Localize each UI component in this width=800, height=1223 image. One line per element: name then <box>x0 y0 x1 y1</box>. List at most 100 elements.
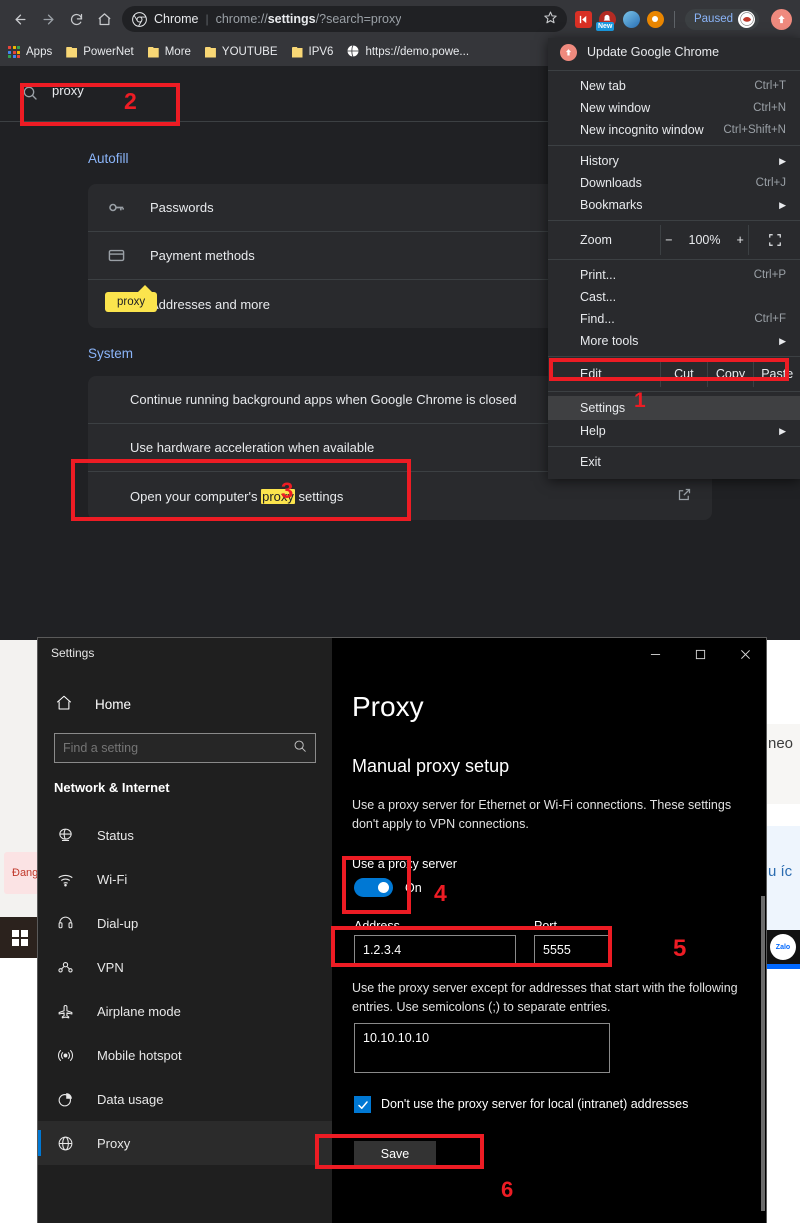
sidebar-item-label: Proxy <box>97 1135 131 1151</box>
settings-row-open-proxy-settings[interactable]: Open your computer's proxy settings <box>88 472 712 520</box>
menu-label: Exit <box>580 455 601 469</box>
menu-item-help[interactable]: Help ▶ <box>548 420 800 442</box>
home-icon[interactable] <box>90 5 118 33</box>
menu-label: Help <box>580 424 606 438</box>
menu-label: Find... <box>580 312 615 326</box>
extension-icon-globe-blue[interactable] <box>622 10 640 28</box>
bookmark-more[interactable]: More <box>147 46 191 58</box>
save-button[interactable]: Save <box>354 1141 436 1167</box>
extension-icon-idm[interactable] <box>574 10 592 28</box>
menu-item-print[interactable]: Print... Ctrl+P <box>548 264 800 286</box>
annotation-number-5: 5 <box>673 935 687 962</box>
bookmark-youtube[interactable]: YOUTUBE <box>204 46 278 58</box>
menu-edit-row: Edit Cut Copy Paste <box>548 361 800 387</box>
bookmark-ipv6[interactable]: IPV6 <box>291 46 334 58</box>
bookmark-star-icon[interactable] <box>536 11 557 27</box>
chrome-browser-window: Chrome | chrome://settings/?search=proxy… <box>0 0 800 640</box>
extension-icon-chrome-orange[interactable] <box>646 10 664 28</box>
menu-divider <box>548 356 800 357</box>
use-proxy-server-toggle[interactable] <box>354 878 393 897</box>
sidebar-item-status[interactable]: Status <box>38 813 332 857</box>
sidebar-item-vpn[interactable]: VPN <box>38 945 332 989</box>
windows-logo-icon[interactable] <box>12 929 28 946</box>
system-section-title: System <box>88 346 134 361</box>
proxy-settings-content: Proxy Manual proxy setup Use a proxy ser… <box>332 638 766 1223</box>
fullscreen-icon[interactable] <box>748 225 800 255</box>
zoom-out-button[interactable]: − <box>665 233 672 247</box>
back-arrow-icon[interactable] <box>6 5 34 33</box>
folder-icon <box>147 46 159 58</box>
bookmark-powernet[interactable]: PowerNet <box>66 46 134 58</box>
external-link-icon[interactable] <box>677 487 692 505</box>
sidebar-item-dialup[interactable]: Dial-up <box>38 901 332 945</box>
update-chrome-button[interactable] <box>771 8 792 30</box>
menu-item-copy[interactable]: Copy <box>706 361 754 387</box>
menu-divider <box>548 145 800 146</box>
reload-icon[interactable] <box>62 5 90 33</box>
exceptions-textarea[interactable]: 10.10.10.10 <box>354 1023 610 1073</box>
menu-item-cast[interactable]: Cast... <box>548 286 800 308</box>
folder-icon <box>204 46 216 58</box>
menu-item-bookmarks[interactable]: Bookmarks ▶ <box>548 194 800 216</box>
window-title: Settings <box>51 646 95 660</box>
menu-divider <box>548 391 800 392</box>
menu-label: Bookmarks <box>580 198 643 212</box>
menu-label: Settings <box>580 401 626 415</box>
find-a-setting-field[interactable] <box>63 741 293 755</box>
page-title: Proxy <box>352 691 424 722</box>
sidebar-item-airplane-mode[interactable]: Airplane mode <box>38 989 332 1033</box>
bookmark-demo-link[interactable]: https://demo.powe... <box>347 44 470 60</box>
edit-label: Edit <box>580 367 602 381</box>
address-bar[interactable]: Chrome | chrome://settings/?search=proxy <box>122 6 567 32</box>
menu-divider <box>548 70 800 71</box>
sidebar-item-mobile-hotspot[interactable]: Mobile hotspot <box>38 1033 332 1077</box>
bookmark-apps[interactable]: Apps <box>8 46 52 58</box>
menu-item-exit[interactable]: Exit <box>548 451 800 473</box>
menu-item-new-incognito-window[interactable]: New incognito window Ctrl+Shift+N <box>548 119 800 141</box>
search-icon[interactable] <box>293 739 307 758</box>
intranet-checkbox[interactable] <box>354 1096 371 1113</box>
windows-settings-window: Settings Home Network & Internet <box>37 637 767 1223</box>
globe-status-icon <box>55 827 75 844</box>
bookmark-label: https://demo.powe... <box>365 46 470 58</box>
address-input[interactable]: 1.2.3.4 <box>354 935 516 965</box>
avatar[interactable] <box>738 10 755 28</box>
chevron-right-icon: ▶ <box>779 199 786 210</box>
zalo-icon[interactable]: Zalo <box>770 934 796 960</box>
profile-paused-pill[interactable]: Paused <box>684 8 759 30</box>
sidebar-item-data-usage[interactable]: Data usage <box>38 1077 332 1121</box>
annotation-number-1: 1 <box>634 389 646 412</box>
menu-label: Downloads <box>580 176 642 190</box>
home-icon <box>55 694 73 715</box>
dialup-icon <box>55 915 75 932</box>
menu-item-paste[interactable]: Paste <box>753 361 800 387</box>
menu-item-downloads[interactable]: Downloads Ctrl+J <box>548 172 800 194</box>
sidebar-item-wifi[interactable]: Wi-Fi <box>38 857 332 901</box>
zoom-in-button[interactable]: + <box>736 233 743 247</box>
extension-icon-red-bell[interactable]: New <box>595 10 616 31</box>
menu-item-history[interactable]: History ▶ <box>548 150 800 172</box>
content-scrollbar[interactable] <box>761 896 765 1211</box>
menu-item-new-window[interactable]: New window Ctrl+N <box>548 97 800 119</box>
forward-arrow-icon[interactable] <box>34 5 62 33</box>
port-input[interactable]: 5555 <box>534 935 611 965</box>
menu-label: More tools <box>580 334 639 348</box>
menu-item-find[interactable]: Find... Ctrl+F <box>548 308 800 330</box>
menu-item-settings[interactable]: Settings <box>548 396 800 420</box>
hotspot-icon <box>55 1047 75 1064</box>
menu-label: Cast... <box>580 290 617 304</box>
sidebar-home-item[interactable]: Home <box>55 694 131 715</box>
browser-toolbar: Chrome | chrome://settings/?search=proxy… <box>0 0 800 38</box>
intranet-checkbox-label: Don't use the proxy server for local (in… <box>381 1097 689 1111</box>
menu-item-new-tab[interactable]: New tab Ctrl+T <box>548 75 800 97</box>
bookmark-label: IPV6 <box>308 46 334 58</box>
menu-label: Print... <box>580 268 617 282</box>
menu-item-more-tools[interactable]: More tools ▶ <box>548 330 800 352</box>
sidebar-item-proxy[interactable]: Proxy <box>38 1121 332 1165</box>
sidebar-item-label: Status <box>97 827 134 843</box>
settings-search-input[interactable]: proxy <box>52 83 84 98</box>
menu-item-cut[interactable]: Cut <box>660 361 707 387</box>
menu-item-update-chrome[interactable]: Update Google Chrome <box>548 38 800 66</box>
find-a-setting-input[interactable] <box>54 733 316 763</box>
menu-accelerator: Ctrl+T <box>754 80 786 92</box>
